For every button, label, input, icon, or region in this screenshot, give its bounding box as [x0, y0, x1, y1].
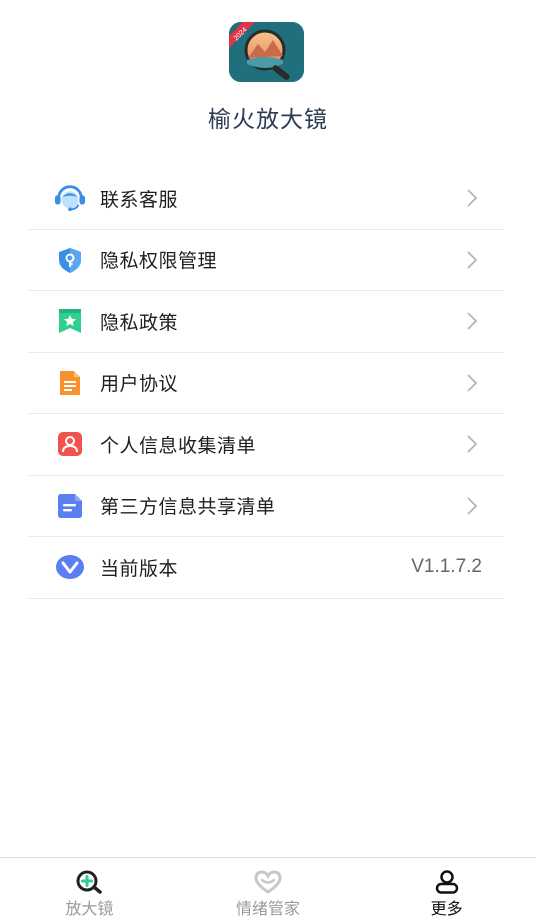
- chevron-right-icon: [467, 497, 478, 515]
- menu-item-user-agreement[interactable]: 用户协议: [28, 353, 504, 414]
- person-card-icon: [54, 428, 86, 460]
- person-icon: [431, 870, 463, 894]
- tab-label: 更多: [430, 899, 463, 918]
- app-name: 榆火放大镜: [208, 107, 328, 133]
- customer-service-icon: [54, 182, 86, 214]
- menu-item-label: 隐私权限管理: [100, 250, 218, 273]
- menu-item-label: 个人信息收集清单: [100, 434, 257, 457]
- header: 2024 榆火放大镜: [0, 0, 536, 160]
- list-doc-icon: [54, 490, 86, 522]
- menu-item-label: 隐私政策: [100, 311, 179, 334]
- menu-item-privacy-permissions[interactable]: 隐私权限管理: [28, 230, 504, 291]
- bookmark-star-icon: [54, 305, 86, 337]
- app-logo: 2024: [229, 22, 304, 82]
- chevron-right-icon: [467, 435, 478, 453]
- menu-item-label: 第三方信息共享清单: [100, 496, 276, 519]
- menu-item-label: 用户协议: [100, 373, 179, 396]
- menu-item-current-version: 当前版本 V1.1.7.2: [28, 537, 504, 599]
- menu-item-privacy-policy[interactable]: 隐私政策: [28, 291, 504, 353]
- magnifier-plus-icon: [73, 870, 105, 894]
- chevron-right-icon: [467, 251, 478, 269]
- menu-item-label: 联系客服: [100, 188, 179, 211]
- version-v-icon: [54, 551, 86, 583]
- tab-emotion-manager[interactable]: 情绪管家: [179, 858, 358, 919]
- tab-label: 放大镜: [65, 899, 114, 918]
- settings-menu: 联系客服 隐私权限管理 隐私政策 用户协议 个人信息收集清单 第三方信息共享清单…: [28, 168, 504, 599]
- heart-icon: [252, 870, 284, 894]
- chevron-right-icon: [467, 189, 478, 207]
- menu-item-third-party-sharing-list[interactable]: 第三方信息共享清单: [28, 476, 504, 537]
- tab-more[interactable]: 更多: [357, 858, 536, 919]
- tab-label: 情绪管家: [236, 899, 301, 918]
- chevron-right-icon: [467, 312, 478, 330]
- menu-item-personal-info-list[interactable]: 个人信息收集清单: [28, 414, 504, 476]
- menu-item-customer-service[interactable]: 联系客服: [28, 168, 504, 230]
- bottom-tab-bar: 放大镜 情绪管家 更多: [0, 857, 536, 919]
- shield-key-icon: [54, 244, 86, 276]
- document-icon: [54, 367, 86, 399]
- menu-item-label: 当前版本: [100, 557, 179, 580]
- tab-magnifier[interactable]: 放大镜: [0, 858, 179, 919]
- version-value: V1.1.7.2: [411, 556, 482, 578]
- chevron-right-icon: [467, 374, 478, 392]
